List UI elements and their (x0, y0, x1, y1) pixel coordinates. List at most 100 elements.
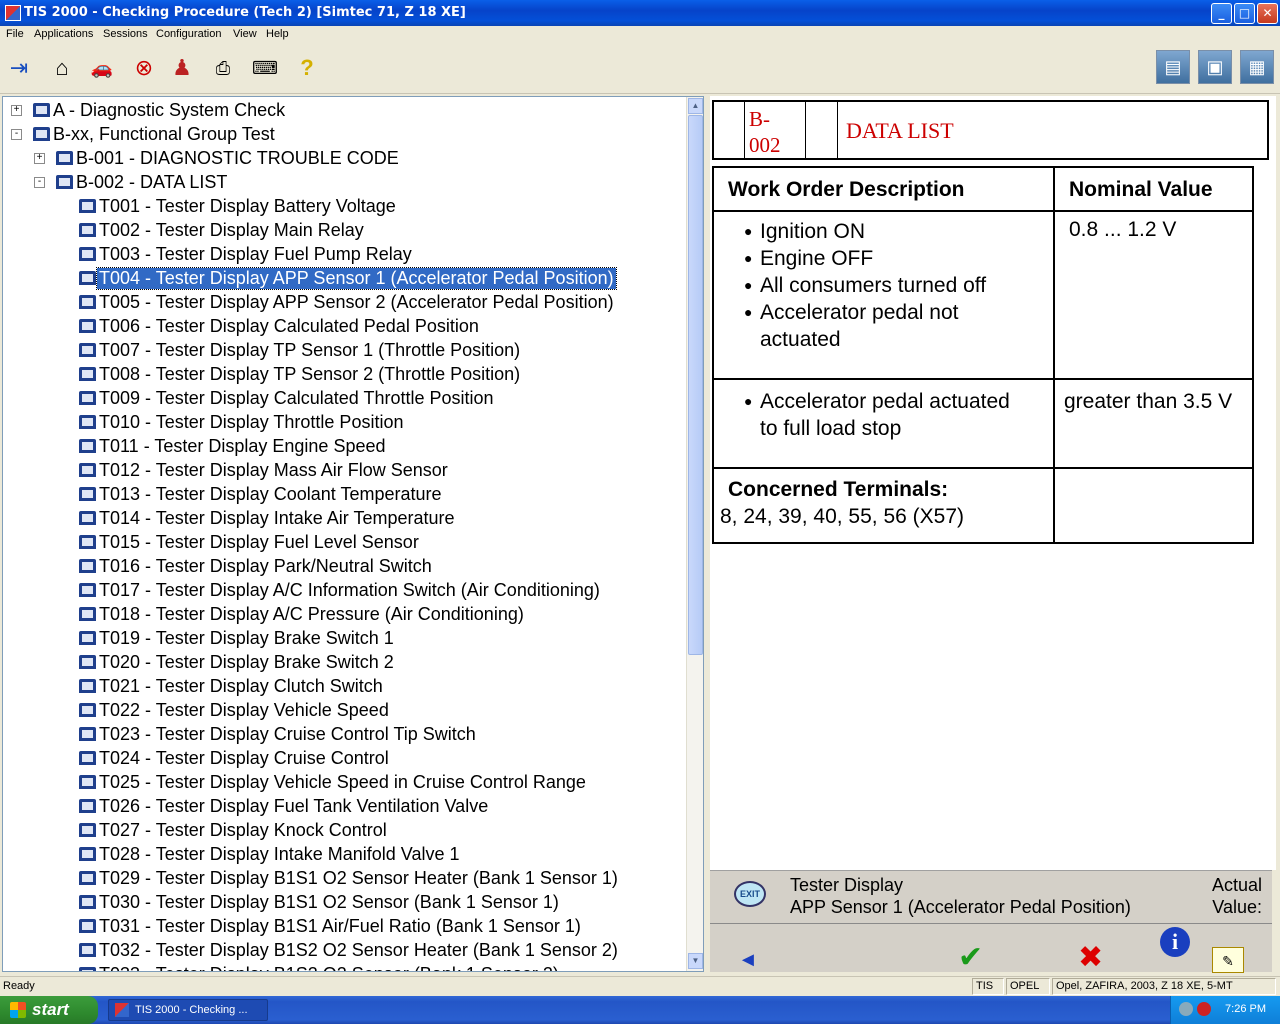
tree-node[interactable]: T033 - Tester Display B1S2 O2 Sensor (Ba… (3, 963, 687, 971)
tester-display-item: APP Sensor 1 (Accelerator Pedal Position… (790, 897, 1131, 917)
tree-node-label: T015 - Tester Display Fuel Level Sensor (99, 532, 419, 552)
tree-node[interactable]: T011 - Tester Display Engine Speed (3, 435, 687, 459)
tree-node[interactable]: T024 - Tester Display Cruise Control (3, 747, 687, 771)
tree-node[interactable]: + B-001 - DIAGNOSTIC TROUBLE CODE (3, 147, 687, 171)
vehicle-ambulance-icon[interactable]: ▣ (1198, 50, 1232, 84)
tree-node-label: T010 - Tester Display Throttle Position (99, 412, 404, 432)
book-icon (79, 367, 96, 381)
vehicle-select-icon[interactable]: 🚗 (86, 52, 118, 84)
tree-node[interactable]: T027 - Tester Display Knock Control (3, 819, 687, 843)
expand-icon[interactable]: + (34, 153, 45, 164)
tree-pane: + A - Diagnostic System Check - B-xx, Funct… (2, 96, 704, 972)
tree-node[interactable]: T025 - Tester Display Vehicle Speed in C… (3, 771, 687, 795)
menu-sessions[interactable]: Sessions (103, 28, 148, 40)
scroll-up-icon[interactable]: ▲ (688, 98, 703, 114)
tree-node-label: B-001 - DIAGNOSTIC TROUBLE CODE (76, 148, 399, 168)
tree-node[interactable]: T004 - Tester Display APP Sensor 1 (Acce… (3, 267, 687, 291)
work-order-table: Work Order Description Nominal Value ● Ig… (712, 166, 1254, 544)
document-title: DATA LIST (846, 118, 954, 143)
tree-node-label: T003 - Tester Display Fuel Pump Relay (99, 244, 412, 264)
person-icon[interactable]: ♟ (166, 52, 198, 84)
tree-scrollbar[interactable]: ▲ ▼ (686, 97, 703, 971)
eye-icon[interactable]: EXIT (734, 881, 766, 907)
tree-node[interactable]: T021 - Tester Display Clutch Switch (3, 675, 687, 699)
tree-node-label: T004 - Tester Display APP Sensor 1 (Acce… (96, 267, 617, 290)
book-icon (56, 175, 73, 189)
app-icon[interactable] (5, 5, 21, 21)
tree-node[interactable]: T002 - Tester Display Main Relay (3, 219, 687, 243)
tree-node[interactable]: T005 - Tester Display APP Sensor 2 (Acce… (3, 291, 687, 315)
taskbar-item-tis[interactable]: TIS 2000 - Checking ... (108, 999, 268, 1021)
tree-node[interactable]: T009 - Tester Display Calculated Throttl… (3, 387, 687, 411)
tree-node[interactable]: T020 - Tester Display Brake Switch 2 (3, 651, 687, 675)
antivirus-icon[interactable] (1197, 1002, 1211, 1016)
back-arrow-icon[interactable]: ◄ (738, 947, 758, 973)
status-vehicle: Opel, ZAFIRA, 2003, Z 18 XE, 5-MT (1056, 980, 1233, 992)
tree-node[interactable]: T012 - Tester Display Mass Air Flow Sens… (3, 459, 687, 483)
tree-node-label: T008 - Tester Display TP Sensor 2 (Throt… (99, 364, 521, 384)
minimize-button[interactable]: _ (1211, 3, 1232, 24)
tree-node[interactable]: T028 - Tester Display Intake Manifold Va… (3, 843, 687, 867)
stop-icon[interactable]: ⊗ (128, 52, 160, 84)
tree-node-label: T022 - Tester Display Vehicle Speed (99, 700, 389, 720)
scroll-thumb[interactable] (688, 115, 703, 655)
taskbar: start TIS 2000 - Checking ... 7:26 PM (0, 996, 1280, 1024)
book-icon (79, 919, 96, 933)
menu-configuration[interactable]: Configuration (156, 28, 221, 40)
tree-node[interactable]: T017 - Tester Display A/C Information Sw… (3, 579, 687, 603)
cancel-x-icon[interactable]: ✖ (1078, 943, 1103, 973)
tree-node[interactable]: T007 - Tester Display TP Sensor 1 (Throt… (3, 339, 687, 363)
tree-node-label: T029 - Tester Display B1S1 O2 Sensor Hea… (99, 868, 618, 888)
tree-node[interactable]: T014 - Tester Display Intake Air Tempera… (3, 507, 687, 531)
tree-node[interactable]: T031 - Tester Display B1S1 Air/Fuel Rati… (3, 915, 687, 939)
tree-node[interactable]: T018 - Tester Display A/C Pressure (Air … (3, 603, 687, 627)
close-button[interactable]: ✕ (1257, 3, 1278, 24)
tree-node[interactable]: T013 - Tester Display Coolant Temperatur… (3, 483, 687, 507)
keyboard-icon[interactable]: ⌨ (249, 52, 281, 84)
tree-node[interactable]: T030 - Tester Display B1S1 O2 Sensor (Ba… (3, 891, 687, 915)
exit-icon[interactable]: ⇥ (3, 52, 35, 84)
menu-view[interactable]: View (233, 28, 257, 40)
tree-node[interactable]: T010 - Tester Display Throttle Position (3, 411, 687, 435)
tree-node[interactable]: T026 - Tester Display Fuel Tank Ventilat… (3, 795, 687, 819)
menu-help[interactable]: Help (266, 28, 289, 40)
tree-node[interactable]: T008 - Tester Display TP Sensor 2 (Throt… (3, 363, 687, 387)
tree-node-label: T002 - Tester Display Main Relay (99, 220, 364, 240)
tree-node[interactable]: T029 - Tester Display B1S1 O2 Sensor Hea… (3, 867, 687, 891)
scroll-down-icon[interactable]: ▼ (688, 953, 703, 969)
tree-node[interactable]: - B-002 - DATA LIST (3, 171, 687, 195)
info-icon[interactable]: i (1160, 927, 1190, 957)
tree-node-label: T014 - Tester Display Intake Air Tempera… (99, 508, 455, 528)
document-code: B- 002 (744, 102, 806, 158)
home-icon[interactable]: ⌂ (46, 52, 78, 84)
vehicle-diagnosis-icon[interactable]: ▦ (1240, 50, 1274, 84)
tree-node-label: A - Diagnostic System Check (53, 100, 286, 120)
notepad-icon[interactable]: ✎ (1212, 947, 1244, 973)
tree-node[interactable]: T003 - Tester Display Fuel Pump Relay (3, 243, 687, 267)
book-icon (79, 199, 96, 213)
tech2-icon[interactable]: ▤ (1156, 50, 1190, 84)
print-icon[interactable]: ⎙ (207, 52, 239, 84)
tree-node[interactable]: T023 - Tester Display Cruise Control Tip… (3, 723, 687, 747)
tree-node[interactable]: T016 - Tester Display Park/Neutral Switc… (3, 555, 687, 579)
menu-applications[interactable]: Applications (34, 28, 93, 40)
expand-icon[interactable]: + (11, 105, 22, 116)
network-icon[interactable] (1179, 1002, 1193, 1016)
maximize-button[interactable]: □ (1234, 3, 1255, 24)
tree-node[interactable]: T006 - Tester Display Calculated Pedal P… (3, 315, 687, 339)
start-button[interactable]: start (0, 996, 98, 1024)
tree-node-label: T019 - Tester Display Brake Switch 1 (99, 628, 394, 648)
ok-check-icon[interactable]: ✔ (958, 943, 983, 973)
tree-node[interactable]: + A - Diagnostic System Check (3, 99, 687, 123)
tree-node[interactable]: T015 - Tester Display Fuel Level Sensor (3, 531, 687, 555)
collapse-icon[interactable]: - (11, 129, 22, 140)
tree-node[interactable]: T032 - Tester Display B1S2 O2 Sensor Hea… (3, 939, 687, 963)
help-icon[interactable]: ? (291, 52, 323, 84)
collapse-icon[interactable]: - (34, 177, 45, 188)
nominal-value-2: greater than 3.5 V (1064, 390, 1233, 413)
tree-node[interactable]: T022 - Tester Display Vehicle Speed (3, 699, 687, 723)
tree-node[interactable]: T019 - Tester Display Brake Switch 1 (3, 627, 687, 651)
tree-node[interactable]: T001 - Tester Display Battery Voltage (3, 195, 687, 219)
menu-file[interactable]: File (6, 28, 24, 40)
tree-node[interactable]: - B-xx, Functional Group Test (3, 123, 687, 147)
